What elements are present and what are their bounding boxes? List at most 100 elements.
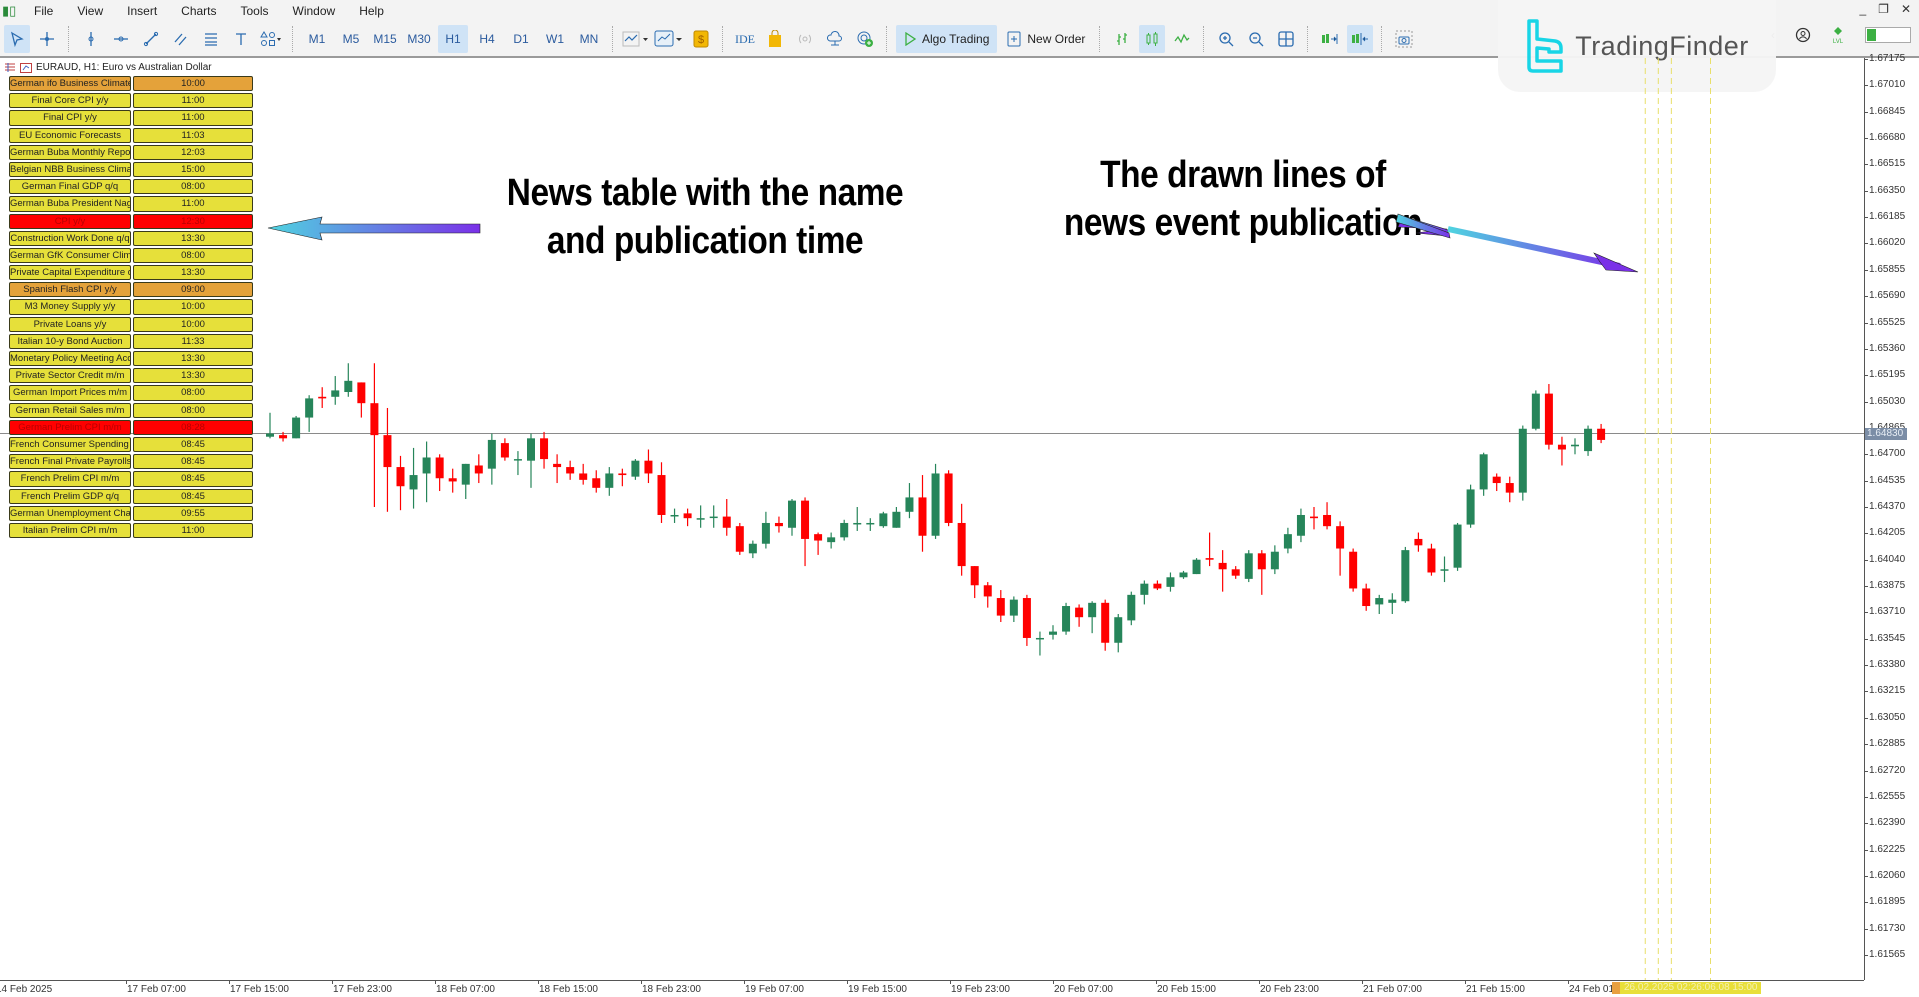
bullish-candle — [1466, 484, 1475, 528]
bullish-candle — [1049, 625, 1057, 640]
price-label: 1.64370 — [1863, 501, 1906, 512]
bullish-candle — [1531, 390, 1540, 431]
price-label: 1.63215 — [1863, 685, 1906, 697]
news-name: German Import Prices m/m — [9, 385, 131, 401]
bullish-candle — [1388, 593, 1397, 615]
bullish-candle — [1166, 572, 1175, 592]
price-label: 1.63710 — [1863, 606, 1906, 618]
candle-body — [305, 398, 314, 418]
price-label: 1.62225 — [1863, 843, 1906, 855]
news-row[interactable]: German Buba President Nagel Speaks11:00 — [9, 196, 253, 212]
bearish-candle — [618, 468, 627, 487]
news-row[interactable]: Italian 10-y Bond Auction 11:33 — [9, 333, 253, 349]
news-row[interactable]: M3 Money Supply y/y 10:00 — [9, 299, 253, 315]
bullish-candle — [931, 463, 940, 539]
candle-body — [905, 497, 914, 512]
news-row[interactable]: Spanish Flash CPI y/y 09:00 — [9, 282, 253, 298]
chart-window-icon — [20, 62, 32, 73]
news-name: CPI y/y — [9, 213, 131, 229]
bearish-candle — [592, 470, 601, 493]
news-name: Construction Work Done q/q — [9, 230, 131, 246]
news-row[interactable]: French Prelim CPI m/m 08:45 — [9, 471, 253, 487]
time-label: 17 Feb 15:00 — [229, 980, 289, 995]
candle-body — [1244, 553, 1253, 579]
bullish-candle — [1401, 546, 1410, 603]
news-row[interactable]: Private Capital Expenditure q/q 13:30 — [9, 265, 253, 281]
price-label: 1.61895 — [1863, 896, 1906, 908]
price-axis[interactable]: 1.67175 1.67010 1.66845 1.66680 1.66515 1.663… — [1863, 53, 1919, 980]
candle-body — [1009, 599, 1018, 616]
candle-body — [1088, 602, 1097, 618]
candle-body — [709, 516, 718, 519]
candle-body — [735, 526, 744, 552]
close-button[interactable]: ✕ — [1901, 2, 1911, 16]
news-name: French Prelim CPI m/m — [9, 471, 131, 487]
candle-body — [605, 473, 614, 488]
price-label: 1.63380 — [1863, 659, 1906, 671]
news-row[interactable]: Final Core CPI y/y 11:00 — [9, 93, 253, 109]
news-row[interactable]: Construction Work Done q/q 13:30 — [9, 230, 253, 246]
time-label: 18 Feb 07:00 — [435, 980, 495, 995]
news-row[interactable]: German Unemployment Change09:55 — [9, 505, 253, 521]
candle-body — [983, 585, 992, 597]
news-name: German Buba Monthly Report — [9, 144, 131, 160]
time-axis[interactable]: 14 Feb 2025 17 Feb 07:00 17 Feb 15:00 17 Fe… — [0, 980, 1864, 997]
news-time: 09:55 — [133, 505, 253, 521]
news-row[interactable]: German Prelim CPI m/m 08:28 — [9, 419, 253, 435]
news-row[interactable]: French Consumer Spending m/m08:45 — [9, 436, 253, 453]
news-time: 15:00 — [133, 161, 253, 178]
candle-body — [801, 500, 810, 539]
bearish-candle — [996, 590, 1005, 622]
news-row[interactable]: German ifo Business Climate 10:00 — [9, 76, 253, 92]
news-row[interactable]: Belgian NBB Business Climate 15:00 — [9, 161, 253, 178]
news-row[interactable]: Final CPI y/y 11:00 — [9, 110, 253, 126]
bearish-candle — [918, 475, 927, 552]
candle-body — [1323, 514, 1332, 527]
price-label: 1.67175 — [1863, 53, 1906, 64]
bullish-candle — [879, 511, 888, 528]
price-label: 1.63545 — [1863, 632, 1906, 644]
bullish-candle — [422, 441, 431, 503]
bearish-candle — [814, 532, 823, 555]
bearish-candle — [1310, 507, 1318, 530]
news-row[interactable]: EU Economic Forecasts 11:03 — [9, 127, 253, 143]
news-row[interactable]: German Buba Monthly Report 12:03 — [9, 144, 253, 160]
news-row[interactable]: Private Loans y/y 10:00 — [9, 316, 253, 332]
candle-body — [657, 475, 666, 515]
news-time: 12:03 — [133, 144, 253, 160]
news-row[interactable]: German Retail Sales m/m 08:00 — [9, 402, 253, 418]
news-name: EU Economic Forecasts — [9, 127, 131, 143]
news-row[interactable]: Private Sector Credit m/m 13:30 — [9, 368, 253, 384]
news-row[interactable]: CPI y/y 12:30 — [9, 213, 253, 229]
news-row[interactable]: Monetary Policy Meeting Accounts13:30 — [9, 351, 253, 367]
price-label: 1.65855 — [1863, 263, 1906, 275]
news-name: German Final GDP q/q — [9, 179, 131, 195]
bullish-candle — [1518, 425, 1527, 501]
candle-body — [461, 463, 470, 485]
bearish-candle — [1505, 476, 1514, 503]
news-time: 13:30 — [133, 368, 253, 384]
bearish-candle — [474, 454, 483, 484]
news-row[interactable]: German GfK Consumer Climate08:00 — [9, 247, 253, 264]
candle-body — [1257, 553, 1266, 570]
news-row[interactable]: French Prelim GDP q/q 08:45 — [9, 488, 253, 504]
price-chart[interactable] — [0, 0, 1864, 980]
price-label: 1.62390 — [1863, 817, 1906, 829]
bullish-candle — [331, 376, 340, 405]
bullish-candle — [292, 415, 301, 439]
price-label: 1.66185 — [1863, 211, 1906, 223]
news-name: French Final Private Payrolls q/q — [9, 454, 131, 470]
restore-button[interactable]: ❐ — [1878, 2, 1889, 16]
news-row[interactable]: Italian Prelim CPI m/m 11:00 — [9, 522, 253, 539]
news-row[interactable]: German Final GDP q/q 08:00 — [9, 179, 253, 195]
price-label: 1.66845 — [1863, 105, 1906, 117]
bullish-candle — [840, 519, 849, 541]
price-label: 1.62555 — [1863, 790, 1906, 802]
news-name: Private Capital Expenditure q/q — [9, 265, 131, 281]
time-label: 14 Feb 2025 — [0, 984, 52, 995]
news-row[interactable]: German Import Prices m/m 08:00 — [9, 385, 253, 401]
bullish-candle — [761, 511, 770, 549]
news-row[interactable]: French Final Private Payrolls q/q08:45 — [9, 454, 253, 470]
news-name: German ifo Business Climate — [9, 76, 131, 92]
candle-body — [266, 433, 274, 437]
